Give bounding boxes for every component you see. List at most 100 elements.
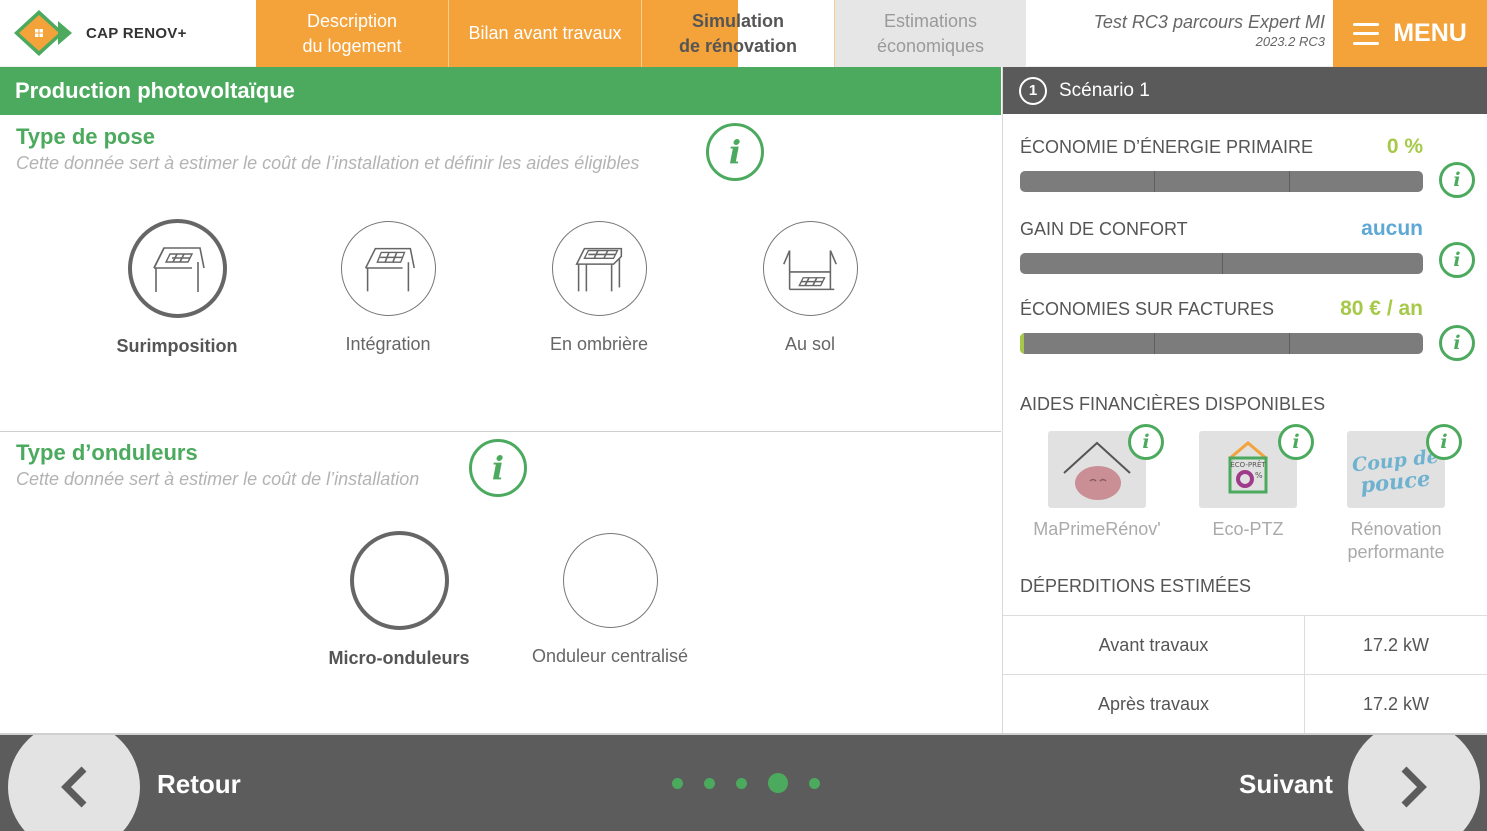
- maprimerenov-info-icon[interactable]: i: [1128, 424, 1164, 460]
- type-onduleurs-info-icon[interactable]: i: [469, 439, 527, 497]
- option-micro-onduleurs[interactable]: Micro-onduleurs: [309, 531, 489, 669]
- metric-economies-factures: ÉCONOMIES SUR FACTURES 80 € / an: [1020, 297, 1423, 354]
- step-dot[interactable]: [768, 773, 788, 793]
- metric-label: ÉCONOMIE D’ÉNERGIE PRIMAIRE: [1020, 137, 1314, 157]
- tab-label-line1: Estimations: [883, 10, 978, 31]
- step-indicator: [672, 773, 820, 793]
- metric-bar-tick: [1154, 171, 1156, 192]
- deperditions-table: Avant travaux 17.2 kW Après travaux 17.2…: [1003, 615, 1487, 734]
- economies-factures-info-icon[interactable]: i: [1439, 325, 1475, 361]
- option-label: En ombrière: [549, 334, 649, 354]
- footer-nav: Retour Suivant: [0, 733, 1487, 831]
- tab-bilan-avant-travaux[interactable]: Bilan avant travaux: [449, 0, 642, 67]
- option-label: Micro-onduleurs: [328, 648, 470, 668]
- option-label: Surimposition: [116, 336, 238, 356]
- option-radio-circle: [349, 531, 449, 630]
- back-button[interactable]: [8, 735, 140, 831]
- step-dot[interactable]: [672, 777, 683, 789]
- option-label: Au sol: [784, 334, 836, 354]
- svg-text:%: %: [1255, 471, 1263, 480]
- option-ombriere[interactable]: En ombrière: [509, 221, 689, 355]
- gain-confort-info-icon[interactable]: i: [1439, 242, 1475, 278]
- metric-bar: [1020, 253, 1423, 274]
- metric-bar-tick: [1288, 171, 1290, 192]
- renovation-performante-info-icon[interactable]: i: [1426, 424, 1462, 460]
- metric-bar-tick: [1221, 253, 1223, 274]
- deperdition-value: 17.2 kW: [1362, 693, 1430, 714]
- section-title: Production photovoltaïque: [0, 67, 1001, 115]
- menu-button[interactable]: MENU: [1333, 0, 1487, 67]
- metric-value: aucun: [1361, 217, 1423, 240]
- option-integration[interactable]: Intégration: [298, 221, 478, 355]
- aide-label: Eco-PTZ: [1212, 519, 1284, 539]
- step-dot[interactable]: [704, 777, 715, 789]
- metric-gain-confort: GAIN DE CONFORT aucun: [1020, 217, 1423, 274]
- type-onduleurs-subtitle: Cette donnée sert à estimer le coût de l…: [16, 469, 420, 489]
- energie-primaire-info-icon[interactable]: i: [1439, 162, 1475, 198]
- roof-integrated-panel-icon: [340, 221, 436, 316]
- tab-label-line1: Description: [306, 10, 398, 31]
- option-radio-circle: [562, 533, 658, 628]
- tab-description-logement[interactable]: Description du logement: [256, 0, 449, 67]
- tab-label-line2: du logement: [302, 35, 402, 56]
- type-pose-subtitle: Cette donnée sert à estimer le coût de l…: [16, 153, 640, 173]
- table-row: Après travaux 17.2 kW: [1003, 675, 1487, 734]
- section-divider: [0, 431, 1001, 432]
- deperdition-label: Avant travaux: [1003, 616, 1305, 674]
- scenario-label: Scénario 1: [1059, 79, 1150, 101]
- next-button[interactable]: [1348, 735, 1480, 831]
- option-label: Onduleur centralisé: [531, 646, 689, 666]
- metric-energie-primaire: ÉCONOMIE D’ÉNERGIE PRIMAIRE 0 %: [1020, 135, 1423, 192]
- eco-ptz-logo-text: ÉCO-PRÊT: [1230, 460, 1266, 469]
- chevron-left-icon: [61, 766, 87, 808]
- menu-label: MENU: [1393, 19, 1467, 47]
- eco-ptz-info-icon[interactable]: i: [1278, 424, 1314, 460]
- project-info: Test RC3 parcours Expert MI 2023.2 RC3: [1027, 0, 1333, 67]
- ground-panel-icon: [762, 221, 858, 316]
- metric-value: 0 %: [1386, 135, 1423, 158]
- app-header: CAP RENOV+ Description du logement Bilan…: [0, 0, 1487, 67]
- metric-bar-tick: [1288, 333, 1290, 354]
- app-logo[interactable]: CAP RENOV+: [0, 0, 256, 67]
- option-onduleur-centralise[interactable]: Onduleur centralisé: [520, 533, 700, 667]
- scenario-header[interactable]: 1 Scénario 1: [1003, 67, 1487, 114]
- metric-label: ÉCONOMIES SUR FACTURES: [1020, 299, 1275, 319]
- option-label: Intégration: [345, 334, 431, 354]
- metric-bar-fill: [1020, 333, 1025, 354]
- deperditions-title: DÉPERDITIONS ESTIMÉES: [1020, 576, 1252, 596]
- scenario-panel: 1 Scénario 1 ÉCONOMIE D’ÉNERGIE PRIMAIRE…: [1002, 67, 1487, 734]
- hamburger-icon: [1353, 22, 1380, 45]
- tab-estimations-economiques[interactable]: Estimations économiques: [835, 0, 1027, 67]
- chevron-right-icon: [1401, 766, 1427, 808]
- production-panel: Production photovoltaïque Type de pose C…: [0, 67, 1001, 733]
- tab-label-line1: Simulation: [691, 10, 784, 31]
- back-label[interactable]: Retour: [157, 769, 241, 800]
- roof-mounted-panel-icon: [127, 219, 227, 318]
- tab-label-line2: de rénovation: [678, 35, 798, 56]
- carport-panel-icon: [551, 221, 647, 316]
- logo-house-icon: [14, 8, 74, 58]
- option-au-sol[interactable]: Au sol: [720, 221, 900, 355]
- next-label[interactable]: Suivant: [1239, 769, 1333, 800]
- step-dot[interactable]: [809, 777, 820, 789]
- aide-label-line2: performante: [1347, 542, 1445, 562]
- metric-value: 80 € / an: [1340, 297, 1423, 320]
- metric-bar: [1020, 171, 1423, 192]
- table-row: Avant travaux 17.2 kW: [1003, 616, 1487, 675]
- metric-bar-tick: [1154, 333, 1156, 354]
- option-surimposition[interactable]: Surimposition: [87, 219, 267, 357]
- aide-label: MaPrimeRénov': [1033, 519, 1161, 539]
- deperdition-label: Après travaux: [1003, 675, 1305, 733]
- project-name: Test RC3 parcours Expert MI: [1093, 12, 1325, 32]
- type-onduleurs-title: Type d’onduleurs: [16, 440, 198, 465]
- metric-label: GAIN DE CONFORT: [1020, 219, 1188, 239]
- tab-simulation-renovation[interactable]: Simulation de rénovation: [642, 0, 835, 67]
- scenario-number: 1: [1019, 76, 1047, 105]
- aide-label-line1: Rénovation: [1350, 519, 1442, 539]
- logo-text: CAP RENOV+: [86, 24, 187, 42]
- step-dot[interactable]: [736, 777, 747, 789]
- deperdition-value: 17.2 kW: [1362, 634, 1430, 655]
- type-pose-info-icon[interactable]: i: [706, 123, 764, 181]
- type-pose-title: Type de pose: [16, 124, 155, 149]
- tab-label-line2: économiques: [876, 35, 985, 56]
